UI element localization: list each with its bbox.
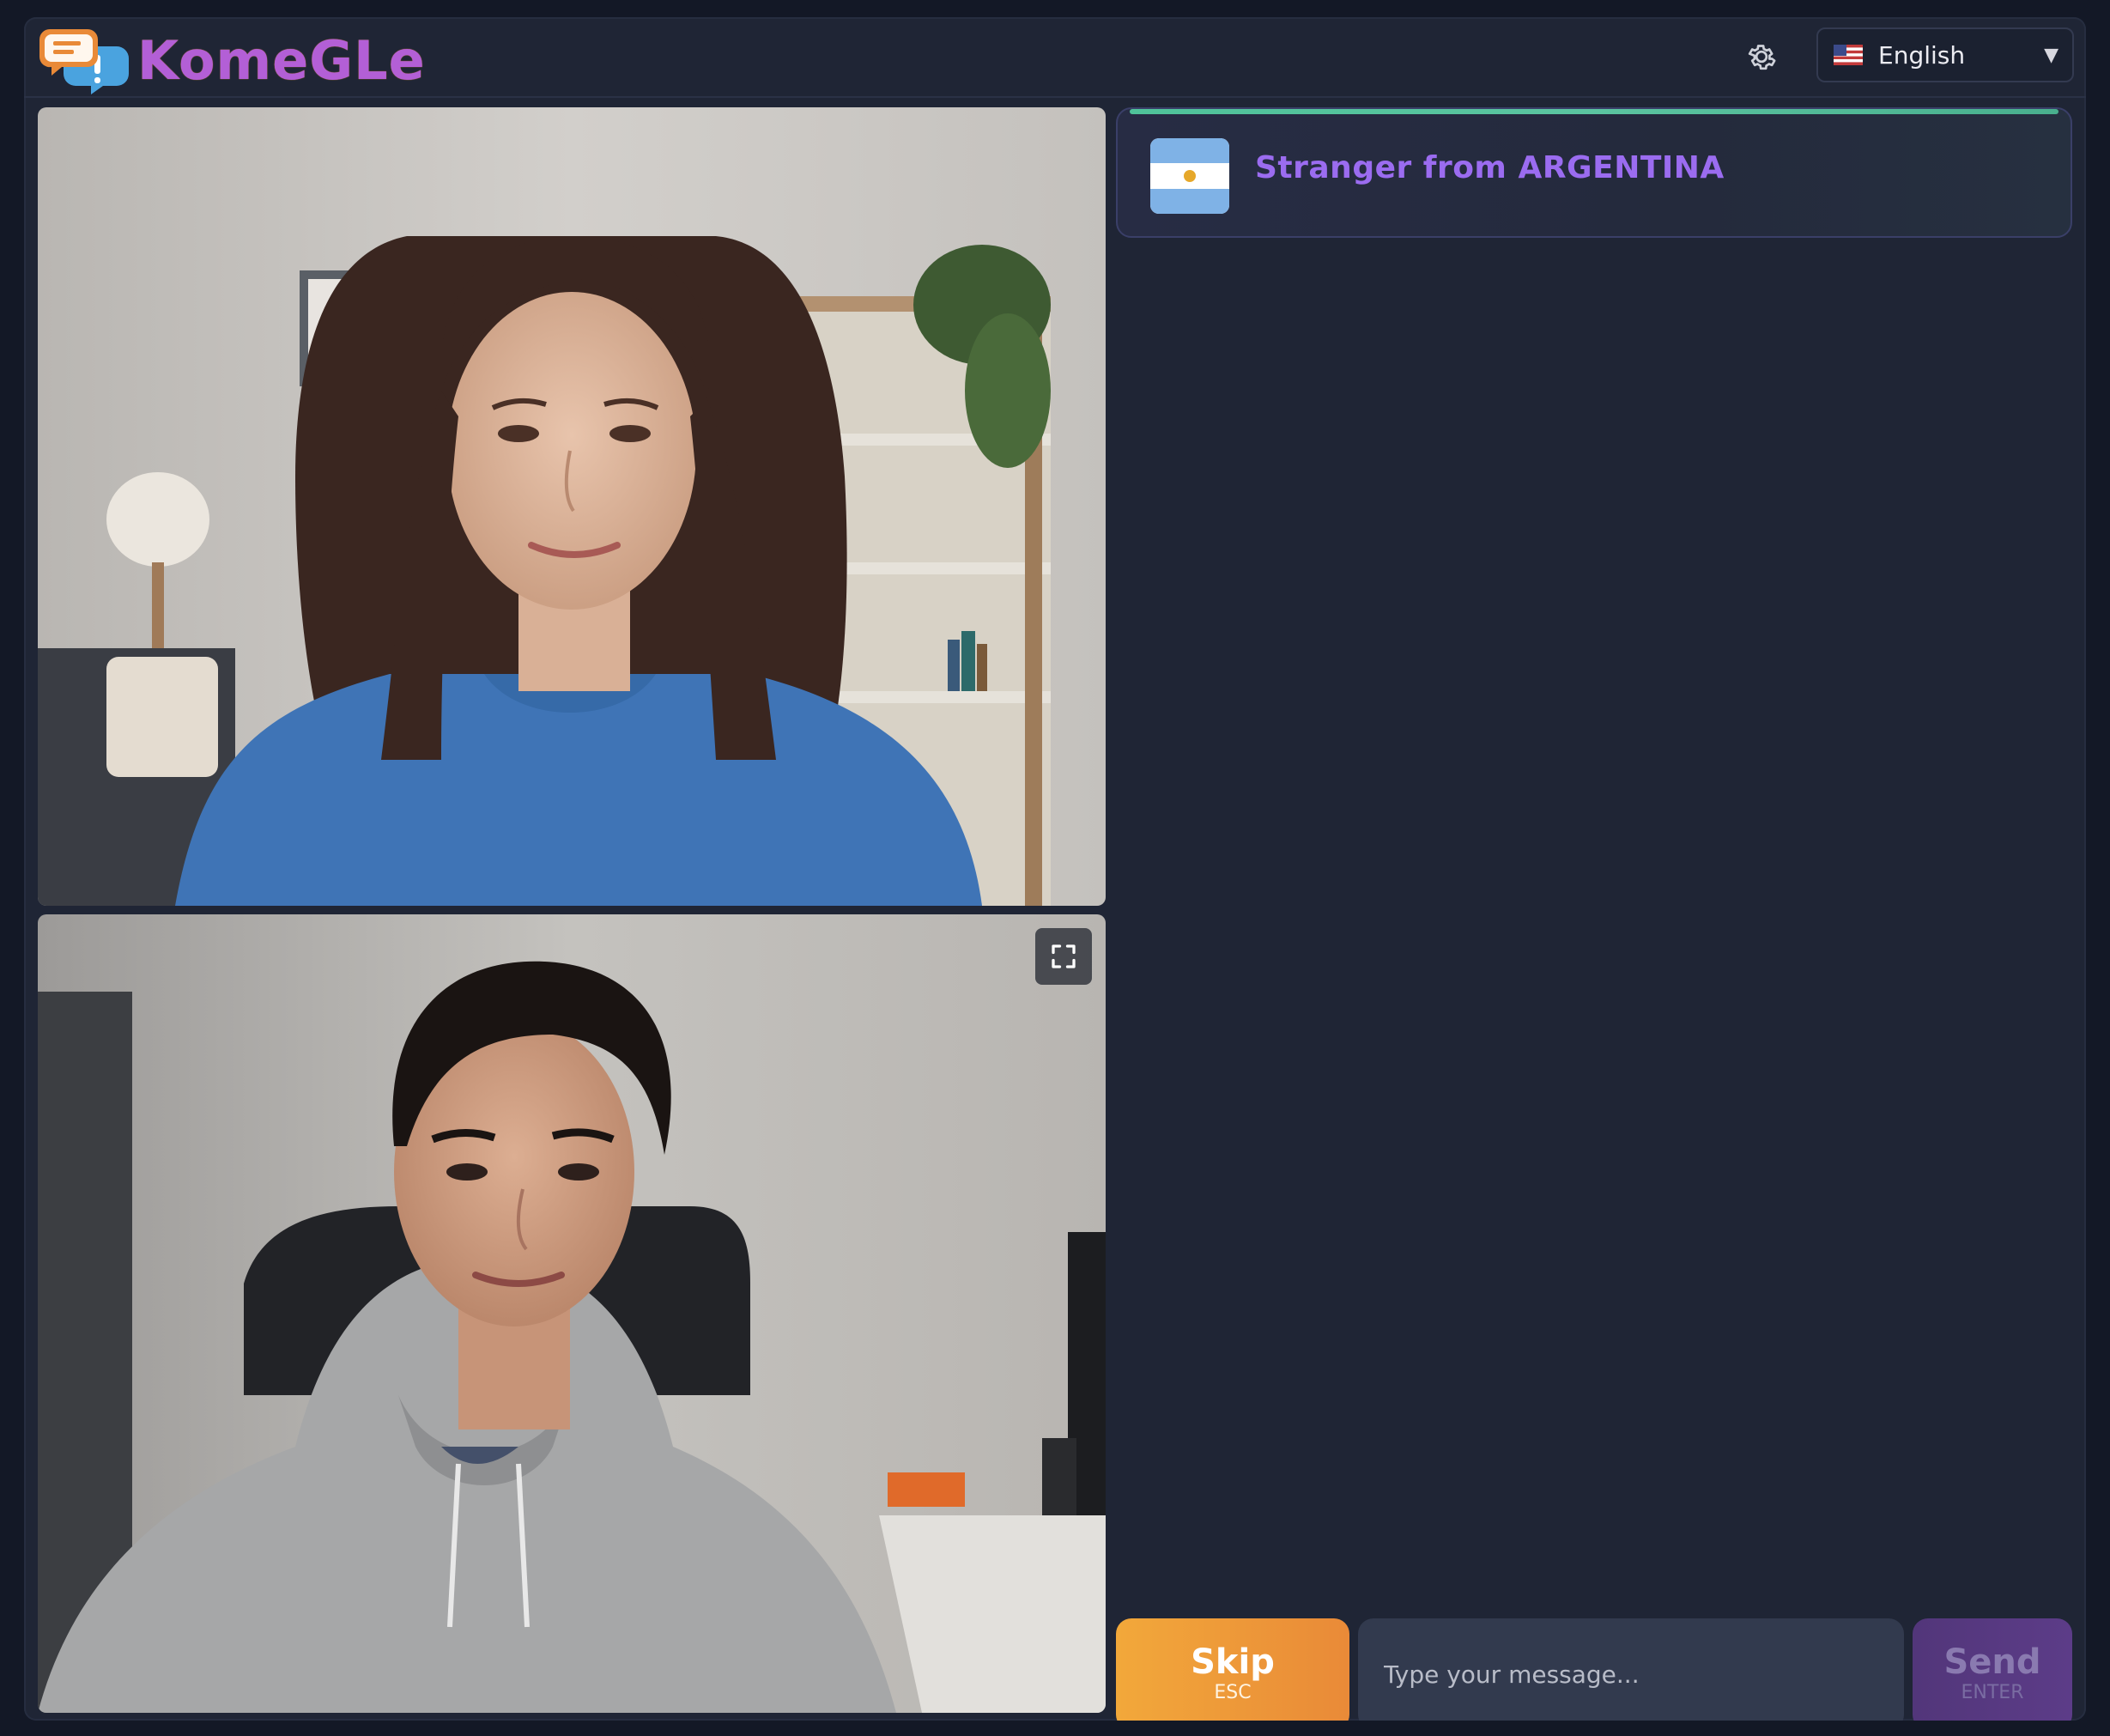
chat-panel: Stranger from ARGENTINA Skip ESC Send EN… <box>1116 107 2074 1721</box>
brand-name: KomeGLe <box>137 28 426 92</box>
skip-label: Skip <box>1191 1642 1275 1682</box>
stranger-video[interactable] <box>38 107 1106 906</box>
chevron-down-icon: ▼ <box>2044 45 2058 66</box>
self-video[interactable] <box>38 914 1106 1713</box>
skip-shortcut-hint: ESC <box>1214 1682 1252 1703</box>
self-video-frame <box>38 914 1106 1713</box>
stranger-video-frame <box>38 107 1106 906</box>
logo[interactable]: KomeGLe <box>38 24 426 96</box>
settings-button[interactable] <box>1741 36 1782 77</box>
us-flag-icon <box>1834 45 1863 65</box>
send-shortcut-hint: ENTER <box>1961 1682 2024 1703</box>
stranger-info-card: Stranger from ARGENTINA <box>1116 107 2072 238</box>
chat-bubbles-icon <box>39 29 129 94</box>
connection-status-bar <box>1130 109 2058 114</box>
gear-icon <box>1748 45 1776 70</box>
message-input[interactable] <box>1358 1618 1904 1721</box>
header-bar: KomeGLe English ▼ <box>24 17 2086 98</box>
language-select[interactable]: English ▼ <box>1816 27 2074 82</box>
stranger-location-label: Stranger from ARGENTINA <box>1255 150 1725 185</box>
language-label: English <box>1878 40 1966 70</box>
skip-button[interactable]: Skip ESC <box>1116 1618 1349 1721</box>
fullscreen-icon <box>1052 944 1076 968</box>
fullscreen-button[interactable] <box>1035 928 1092 985</box>
argentina-flag-icon <box>1150 138 1229 214</box>
send-button[interactable]: Send ENTER <box>1913 1618 2072 1721</box>
send-label: Send <box>1943 1642 2041 1682</box>
message-list[interactable] <box>1116 253 2072 1593</box>
app-window: KomeGLe English ▼ Stranger from ARGENTIN… <box>24 17 2086 1721</box>
